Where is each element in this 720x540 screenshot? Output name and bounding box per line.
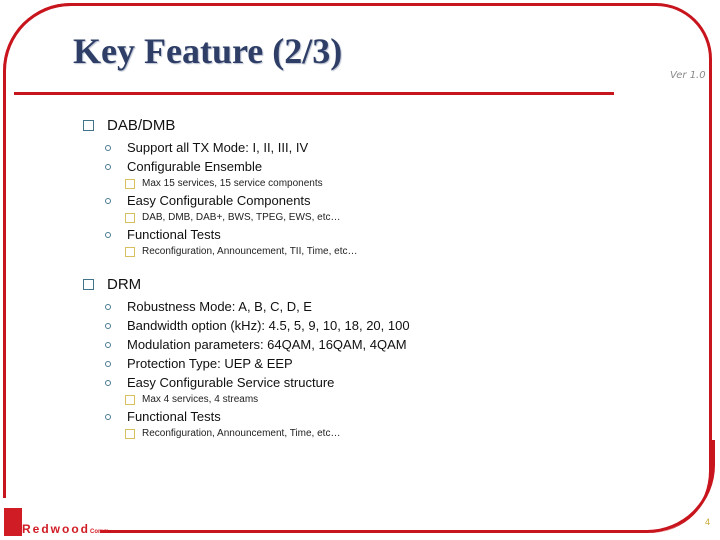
square-bullet-icon xyxy=(125,394,135,405)
list-item: Robustness Mode: A, B, C, D, E xyxy=(83,297,683,316)
sub-list-item: Max 4 services, 4 streams xyxy=(83,392,683,407)
title-divider xyxy=(14,92,614,95)
list-item: Support all TX Mode: I, II, III, IV xyxy=(83,138,683,157)
page-number: 4 xyxy=(705,517,711,527)
circle-bullet-icon xyxy=(105,341,111,348)
list-item: Easy Configurable Service structure xyxy=(83,373,683,392)
circle-bullet-icon xyxy=(105,303,111,310)
slide-content: DAB/DMB Support all TX Mode: I, II, III,… xyxy=(83,114,683,441)
list-item: Functional Tests xyxy=(83,225,683,244)
slide-frame-bottom xyxy=(100,530,620,533)
slide-frame-corner xyxy=(615,440,715,533)
version-label: Ver 1.0 xyxy=(670,70,706,81)
circle-bullet-icon xyxy=(105,197,111,204)
square-bullet-icon xyxy=(125,246,135,257)
circle-bullet-icon xyxy=(105,413,111,420)
logo-text: Redwood xyxy=(22,522,90,536)
list-item: Configurable Ensemble xyxy=(83,157,683,176)
list-item: Protection Type: UEP & EEP xyxy=(83,354,683,373)
slide-title: Key Feature (2/3) xyxy=(73,31,343,71)
section-heading: DRM xyxy=(83,273,683,295)
sub-list-item: Reconfiguration, Announcement, Time, etc… xyxy=(83,426,683,441)
logo-subtext: Comm xyxy=(90,529,109,535)
logo-mark-icon xyxy=(4,508,22,536)
circle-bullet-icon xyxy=(105,322,111,329)
list-item: Easy Configurable Components xyxy=(83,191,683,210)
square-bullet-icon xyxy=(83,278,94,290)
circle-bullet-icon xyxy=(105,360,111,367)
section-heading: DAB/DMB xyxy=(83,114,683,136)
circle-bullet-icon xyxy=(105,163,111,170)
list-item: Bandwidth option (kHz): 4.5, 5, 9, 10, 1… xyxy=(83,316,683,335)
circle-bullet-icon xyxy=(105,379,111,386)
list-item: Functional Tests xyxy=(83,407,683,426)
sub-list-item: Max 15 services, 15 service components xyxy=(83,176,683,191)
sub-list-item: DAB, DMB, DAB+, BWS, TPEG, EWS, etc… xyxy=(83,210,683,225)
circle-bullet-icon xyxy=(105,144,111,151)
circle-bullet-icon xyxy=(105,231,111,238)
square-bullet-icon xyxy=(125,212,135,223)
company-logo: RedwoodComm xyxy=(4,508,109,538)
list-item: Modulation parameters: 64QAM, 16QAM, 4QA… xyxy=(83,335,683,354)
square-bullet-icon xyxy=(125,428,135,439)
sub-list-item: Reconfiguration, Announcement, TII, Time… xyxy=(83,244,683,259)
square-bullet-icon xyxy=(83,119,94,131)
square-bullet-icon xyxy=(125,178,135,189)
